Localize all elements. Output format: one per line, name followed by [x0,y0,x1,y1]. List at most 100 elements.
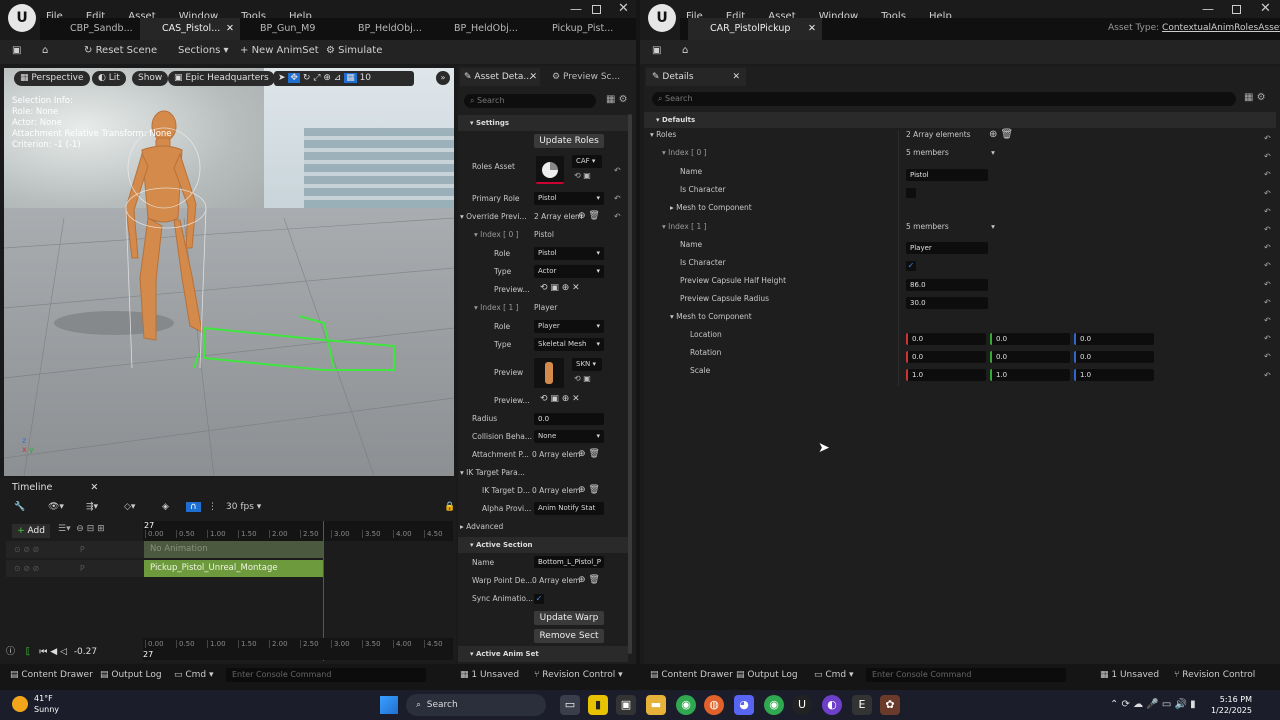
minimize-icon[interactable]: — [570,2,582,16]
ue-logo-icon[interactable]: U [648,4,676,32]
capsule-half-field[interactable]: 86.0 [906,279,988,291]
to-start-icon[interactable]: ⏮ [39,647,47,657]
scale-icon[interactable]: ⤢ [313,73,320,83]
track-row[interactable]: ⊙ ⊘ ⊘ P [6,560,144,577]
revision-control-button[interactable]: ⑂ Revision Control [1174,664,1255,686]
is-character-checkbox-0[interactable] [906,188,916,198]
save-icon[interactable]: ▣ [12,45,21,56]
info-icon[interactable]: ⓘ [6,647,15,657]
table-view-icon[interactable]: ▦ ⚙ [1244,92,1266,103]
reset-icon[interactable]: ↶ [614,194,621,203]
content-drawer-button[interactable]: ▤ Content Drawer [10,664,93,686]
mesh-to-component-row[interactable]: ▸ Mesh to Component [670,203,752,221]
is-character-checkbox-1[interactable]: ✓ [906,261,916,271]
capsule-radius-field[interactable]: 30.0 [906,297,988,309]
note-app-icon[interactable]: ▮ [588,695,608,715]
asset-actions-icon[interactable]: ⟲ ▣ [574,171,591,180]
epic-games-icon[interactable]: E [852,695,872,715]
reset-icon[interactable]: ↶ [614,166,621,175]
snap-icon[interactable]: ⊿ [334,73,342,83]
rotation-y[interactable]: 0.0 [990,351,1070,363]
location-x[interactable]: 0.0 [906,333,986,345]
update-roles-button[interactable]: Update Roles [534,134,604,148]
close-tab-icon[interactable]: ✕ [732,68,740,86]
game-app-icon[interactable]: ✿ [880,695,900,715]
sync-animation-checkbox[interactable]: ✓ [534,594,544,604]
ik-target-category[interactable]: ▾ IK Target Para... [460,468,525,486]
scrollbar[interactable] [628,114,632,654]
time-ruler[interactable]: 27 0.00 0.50 1.00 1.50 2.00 2.50 3.00 3.50 4.00 4… [143,521,453,541]
radius-field[interactable]: 0.0 [534,413,604,425]
viewport-options-icon[interactable]: » [436,71,450,85]
maximize-icon[interactable] [592,5,601,14]
minimize-icon[interactable]: — [1202,2,1214,16]
start-button[interactable] [380,696,398,714]
keyframe-icon[interactable]: ◈ [162,502,169,512]
world-icon[interactable]: ⊕ [323,73,331,83]
tab-cbp-sandbox[interactable]: CBP_Sandb... [48,18,143,40]
browse-icon[interactable]: ⌂ [42,45,48,56]
chrome-icon[interactable]: ◉ [676,695,696,715]
snap-magnet-icon[interactable]: ∩ [186,502,201,512]
tab-bp-heldobj-2[interactable]: BP_HeldObj... [432,18,527,40]
weather-icon[interactable] [12,696,28,712]
preview-mesh-dropdown[interactable]: SKN ▾ [572,358,602,371]
save-icon[interactable]: ▣ [652,45,661,56]
name0-field[interactable]: Pistol [906,169,988,181]
current-time[interactable]: -0.27 [74,647,97,657]
add-remove-icons[interactable]: ⊕ 🗑 [578,449,600,459]
location-y[interactable]: 0.0 [990,333,1070,345]
tab-car-pistolpickup[interactable]: CAR_PistolPickup ✕ [688,18,822,40]
skeletal-mesh-thumbnail[interactable] [534,358,564,388]
scale-x[interactable]: 1.0 [906,369,986,381]
view-icon[interactable]: 👁▾ [48,502,64,512]
type0-dropdown[interactable]: Actor ▾ [534,265,604,278]
prev-frame-icon[interactable]: ◀ [50,647,57,657]
firefox-icon[interactable]: ◍ [704,695,724,715]
snap-value[interactable]: 10 [360,73,371,83]
terminal-icon[interactable]: ▣ [616,695,636,715]
table-view-icon[interactable]: ▦ ⚙ [606,94,628,105]
tab-bp-heldobj-1[interactable]: BP_HeldObj... [336,18,431,40]
key-icon[interactable]: ◇▾ [124,502,135,512]
role0-dropdown[interactable]: Pistol ▾ [534,247,604,260]
close-tab-icon[interactable]: ✕ [226,18,234,40]
discord-icon[interactable]: ◕ [734,695,754,715]
tray-icons[interactable]: ⌃ ⟳ ☁ 🎤 ▭ 🔊 ▮ [1110,699,1196,710]
weather-widget[interactable]: 41°F Sunny [34,693,59,715]
simulate-button[interactable]: ⚙ Simulate [326,45,382,56]
chrome-icon-2[interactable]: ◉ [764,695,784,715]
collision-dropdown[interactable]: None ▾ [534,430,604,443]
close-tab-icon[interactable]: ✕ [529,68,537,86]
scale-y[interactable]: 1.0 [990,369,1070,381]
ue-logo-icon[interactable]: U [8,4,36,32]
track-montage[interactable]: Pickup_Pistol_Unreal_Montage [144,560,324,577]
play-reverse-icon[interactable]: ◁ [60,647,67,657]
rotate-icon[interactable]: ↻ [303,73,311,83]
location-z[interactable]: 0.0 [1074,333,1154,345]
output-log-button[interactable]: ▤ Output Log [736,664,798,686]
close-tab-icon[interactable]: ✕ [808,18,816,40]
rotation-x[interactable]: 0.0 [906,351,986,363]
console-input[interactable]: Enter Console Command [226,668,426,682]
timeline-tab[interactable]: Timeline ✕ [12,482,98,493]
add-remove-icons[interactable]: ⊕ 🗑 [578,211,600,221]
revision-control-button[interactable]: ⑂ Revision Control ▾ [534,664,623,686]
preview-mesh-actions[interactable]: ⟲ ▣ [574,374,591,383]
active-anim-set-category[interactable]: ▾ Active Anim Set [458,646,628,662]
clock[interactable]: 5:16 PM 1/22/2025 [1210,694,1252,716]
sections-dropdown[interactable]: Sections ▾ [178,45,229,56]
active-section-category[interactable]: ▾ Active Section [458,537,628,553]
preview-actions-icon[interactable]: ⟲ ▣ ⊕ ✕ [540,283,580,293]
perspective-button[interactable]: ▦ Perspective [14,71,90,86]
taskbar-search[interactable]: ⌕ Search [406,694,546,716]
add-remove-icons[interactable]: ⊕ 🗑 [578,485,600,495]
roles-asset-thumbnail[interactable] [536,156,564,184]
tab-asset-details[interactable]: ✎ Asset Deta... ✕ [460,68,540,86]
role1-dropdown[interactable]: Player ▾ [534,320,604,333]
alpha-dropdown[interactable]: Anim Notify Stat [534,502,604,515]
details-search-input[interactable]: ⌕ Search [464,94,596,108]
index1-row[interactable]: ▾ Index [ 1 ] [662,222,707,240]
track-no-animation[interactable]: No Animation [144,541,324,558]
unsaved-button[interactable]: ▦ 1 Unsaved [1100,664,1159,686]
